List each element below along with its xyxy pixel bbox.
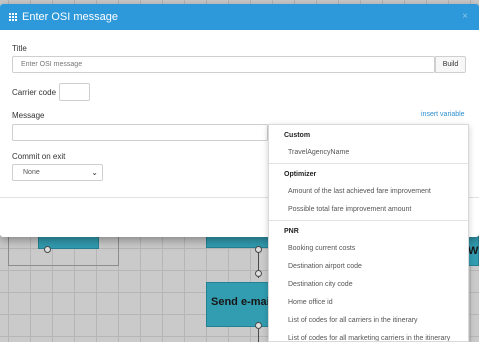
grid-icon [9, 13, 17, 21]
dialog-title: Enter OSI message [22, 11, 118, 23]
insert-variable-link[interactable]: insert variable [421, 111, 465, 118]
title-label: Title [12, 44, 27, 53]
variable-option[interactable]: Amount of the last achieved fare improve… [269, 183, 468, 201]
message-input[interactable] [12, 124, 268, 141]
variable-option[interactable]: List of codes for all marketing carriers… [269, 330, 468, 341]
variable-option[interactable]: TravelAgencyName [269, 144, 468, 162]
message-label: Message [12, 111, 45, 120]
dialog-header: Enter OSI message × [0, 4, 479, 30]
commit-on-exit-value: None [23, 169, 40, 176]
commit-on-exit-select[interactable]: None ⌄ [12, 164, 103, 181]
title-input[interactable]: Enter OSI message [12, 56, 435, 73]
commit-on-exit-label: Commit on exit [12, 152, 66, 161]
carrier-code-input[interactable] [59, 83, 90, 101]
variable-option[interactable]: Home office id [269, 294, 468, 312]
variable-option[interactable]: Booking current costs [269, 240, 468, 258]
build-button[interactable]: Build [435, 56, 466, 73]
close-icon[interactable]: × [462, 11, 468, 22]
variable-option[interactable]: Destination airport code [269, 258, 468, 276]
variable-option[interactable]: Destination city code [269, 276, 468, 294]
variable-dropdown: Custom TravelAgencyName Optimizer Amount of… [268, 124, 469, 342]
variable-group-header: PNR [284, 228, 299, 235]
carrier-code-label: Carrier code [12, 88, 57, 97]
variable-group-header: Custom [284, 132, 311, 139]
chevron-down-icon: ⌄ [91, 168, 98, 177]
variable-option[interactable]: Possible total fare improvement amount [269, 201, 468, 219]
variable-group-header: Optimizer [284, 171, 317, 178]
variable-option[interactable]: List of codes for all carriers in the it… [269, 312, 468, 330]
